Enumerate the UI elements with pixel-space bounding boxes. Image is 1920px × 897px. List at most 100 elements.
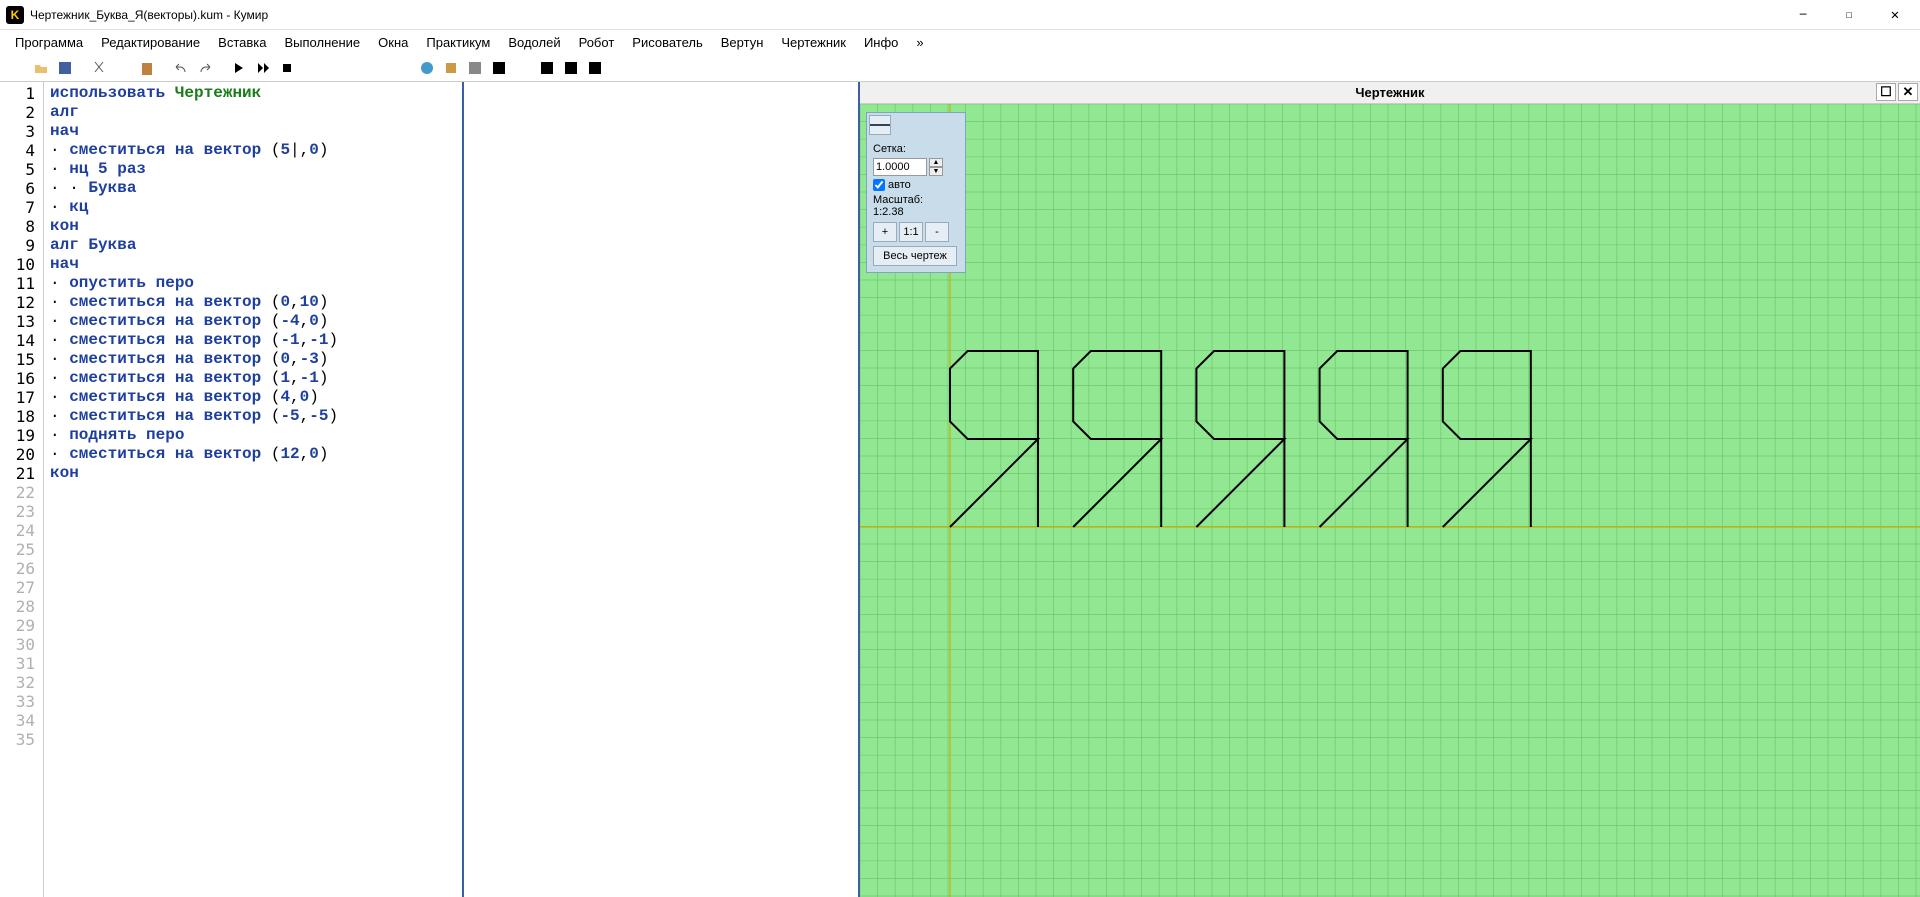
line-number: 28: [0, 597, 43, 616]
code-line[interactable]: нач: [50, 122, 456, 141]
code-line[interactable]: кон: [50, 217, 456, 236]
house1-icon[interactable]: [536, 57, 558, 79]
code-line[interactable]: · сместиться на вектор (-4,0): [50, 312, 456, 331]
line-number: 33: [0, 692, 43, 711]
menu-Инфо[interactable]: Инфо: [855, 32, 907, 53]
line-number: 26: [0, 559, 43, 578]
line-number: 16: [0, 369, 43, 388]
auto-checkbox[interactable]: [873, 179, 885, 191]
code-line[interactable]: кон: [50, 464, 456, 483]
line-number: 8: [0, 217, 43, 236]
code-line[interactable]: · сместиться на вектор (12,0): [50, 445, 456, 464]
draw-icon[interactable]: [512, 57, 534, 79]
menu-Рисователь[interactable]: Рисователь: [623, 32, 711, 53]
cube-icon[interactable]: [334, 57, 356, 79]
menu-Окна[interactable]: Окна: [369, 32, 417, 53]
line-number: 32: [0, 673, 43, 692]
drawer-close-button[interactable]: ✕: [1898, 83, 1918, 101]
code-line[interactable]: · сместиться на вектор (5|,0): [50, 141, 456, 160]
drawer-pane: Чертежник ☐ ✕ Сетка: ▲▼ авто Мас: [860, 82, 1920, 897]
line-number: 21: [0, 464, 43, 483]
grid-size-input[interactable]: [873, 158, 927, 176]
game-icon[interactable]: [488, 57, 510, 79]
line-number: 35: [0, 730, 43, 749]
editor-pane: 1234567891011121314151617181920212223242…: [0, 82, 860, 897]
line-number: 34: [0, 711, 43, 730]
minimize-button[interactable]: ─: [1780, 0, 1826, 30]
save-file-icon[interactable]: [54, 57, 76, 79]
book-icon[interactable]: [440, 57, 462, 79]
toolbar: [0, 54, 1920, 82]
copy-icon[interactable]: [112, 57, 134, 79]
grid-icon[interactable]: [358, 57, 380, 79]
code-line[interactable]: · сместиться на вектор (-5,-5): [50, 407, 456, 426]
code-line[interactable]: · нц 5 раз: [50, 160, 456, 179]
code-line[interactable]: · сместиться на вектор (1,-1): [50, 369, 456, 388]
menu-icon[interactable]: [869, 115, 891, 135]
code-line[interactable]: · опустить перо: [50, 274, 456, 293]
paste-icon[interactable]: [136, 57, 158, 79]
cut-icon[interactable]: [88, 57, 110, 79]
menu-Выполнение[interactable]: Выполнение: [275, 32, 369, 53]
menu-Водолей[interactable]: Водолей: [499, 32, 569, 53]
eval-icon[interactable]: [310, 57, 332, 79]
globe-icon[interactable]: [416, 57, 438, 79]
margin-pane: [464, 82, 858, 897]
code-line[interactable]: · · Буква: [50, 179, 456, 198]
menu-Вертун[interactable]: Вертун: [712, 32, 773, 53]
code-editor[interactable]: использовать Чертежникалгнач· сместиться…: [44, 82, 464, 897]
code-line[interactable]: · поднять перо: [50, 426, 456, 445]
grid-label: Сетка:: [873, 143, 906, 155]
menu-Редактирование[interactable]: Редактирование: [92, 32, 209, 53]
zoom-out-button[interactable]: -: [925, 222, 949, 242]
grid2-icon[interactable]: [464, 57, 486, 79]
zoom-reset-button[interactable]: 1:1: [899, 222, 923, 242]
scale-label: Масштаб:: [873, 194, 923, 206]
code-line[interactable]: · сместиться на вектор (0,-3): [50, 350, 456, 369]
menu-Чертежник[interactable]: Чертежник: [772, 32, 855, 53]
menu-Практикум[interactable]: Практикум: [417, 32, 499, 53]
code-line[interactable]: · сместиться на вектор (4,0): [50, 388, 456, 407]
matrix-icon[interactable]: [392, 57, 414, 79]
line-number: 12: [0, 293, 43, 312]
redo-icon[interactable]: [194, 57, 216, 79]
menu-Вставка[interactable]: Вставка: [209, 32, 275, 53]
workarea: 1234567891011121314151617181920212223242…: [0, 82, 1920, 897]
code-line[interactable]: · сместиться на вектор (-1,-1): [50, 331, 456, 350]
menu-Робот[interactable]: Робот: [570, 32, 624, 53]
grid-spinner[interactable]: ▲▼: [929, 158, 943, 176]
code-line[interactable]: · сместиться на вектор (0,10): [50, 293, 456, 312]
scale-value: 1:2.38: [873, 206, 904, 218]
menubar: ПрограммаРедактированиеВставкаВыполнение…: [0, 30, 1920, 54]
open-file-icon[interactable]: [30, 57, 52, 79]
maximize-button[interactable]: ☐: [1826, 0, 1872, 30]
line-number: 22: [0, 483, 43, 502]
house2-icon[interactable]: [560, 57, 582, 79]
close-button[interactable]: ✕: [1872, 0, 1918, 30]
plus-grid-icon[interactable]: [584, 57, 606, 79]
code-line[interactable]: алг Буква: [50, 236, 456, 255]
new-file-icon[interactable]: [6, 57, 28, 79]
code-line[interactable]: алг: [50, 103, 456, 122]
drawer-overlay-panel: Сетка: ▲▼ авто Масштаб: 1:2.38 + 1:1 -: [866, 112, 966, 273]
line-number: 15: [0, 350, 43, 369]
drawer-canvas[interactable]: Сетка: ▲▼ авто Масштаб: 1:2.38 + 1:1 -: [860, 104, 1920, 897]
menu-»[interactable]: »: [907, 32, 932, 53]
step-icon[interactable]: [252, 57, 274, 79]
code-line[interactable]: · кц: [50, 198, 456, 217]
line-number: 31: [0, 654, 43, 673]
code-line[interactable]: использовать Чертежник: [50, 84, 456, 103]
line-number: 9: [0, 236, 43, 255]
zoom-in-button[interactable]: +: [873, 222, 897, 242]
menu-Программа[interactable]: Программа: [6, 32, 92, 53]
code-line[interactable]: нач: [50, 255, 456, 274]
drawer-svg: [860, 104, 1920, 897]
drawer-maximize-button[interactable]: ☐: [1876, 83, 1896, 101]
run-icon[interactable]: [228, 57, 250, 79]
fit-all-button[interactable]: Весь чертеж: [873, 246, 957, 266]
stop-icon[interactable]: [276, 57, 298, 79]
undo-icon[interactable]: [170, 57, 192, 79]
line-number: 11: [0, 274, 43, 293]
line-gutter: 1234567891011121314151617181920212223242…: [0, 82, 44, 897]
line-number: 27: [0, 578, 43, 597]
